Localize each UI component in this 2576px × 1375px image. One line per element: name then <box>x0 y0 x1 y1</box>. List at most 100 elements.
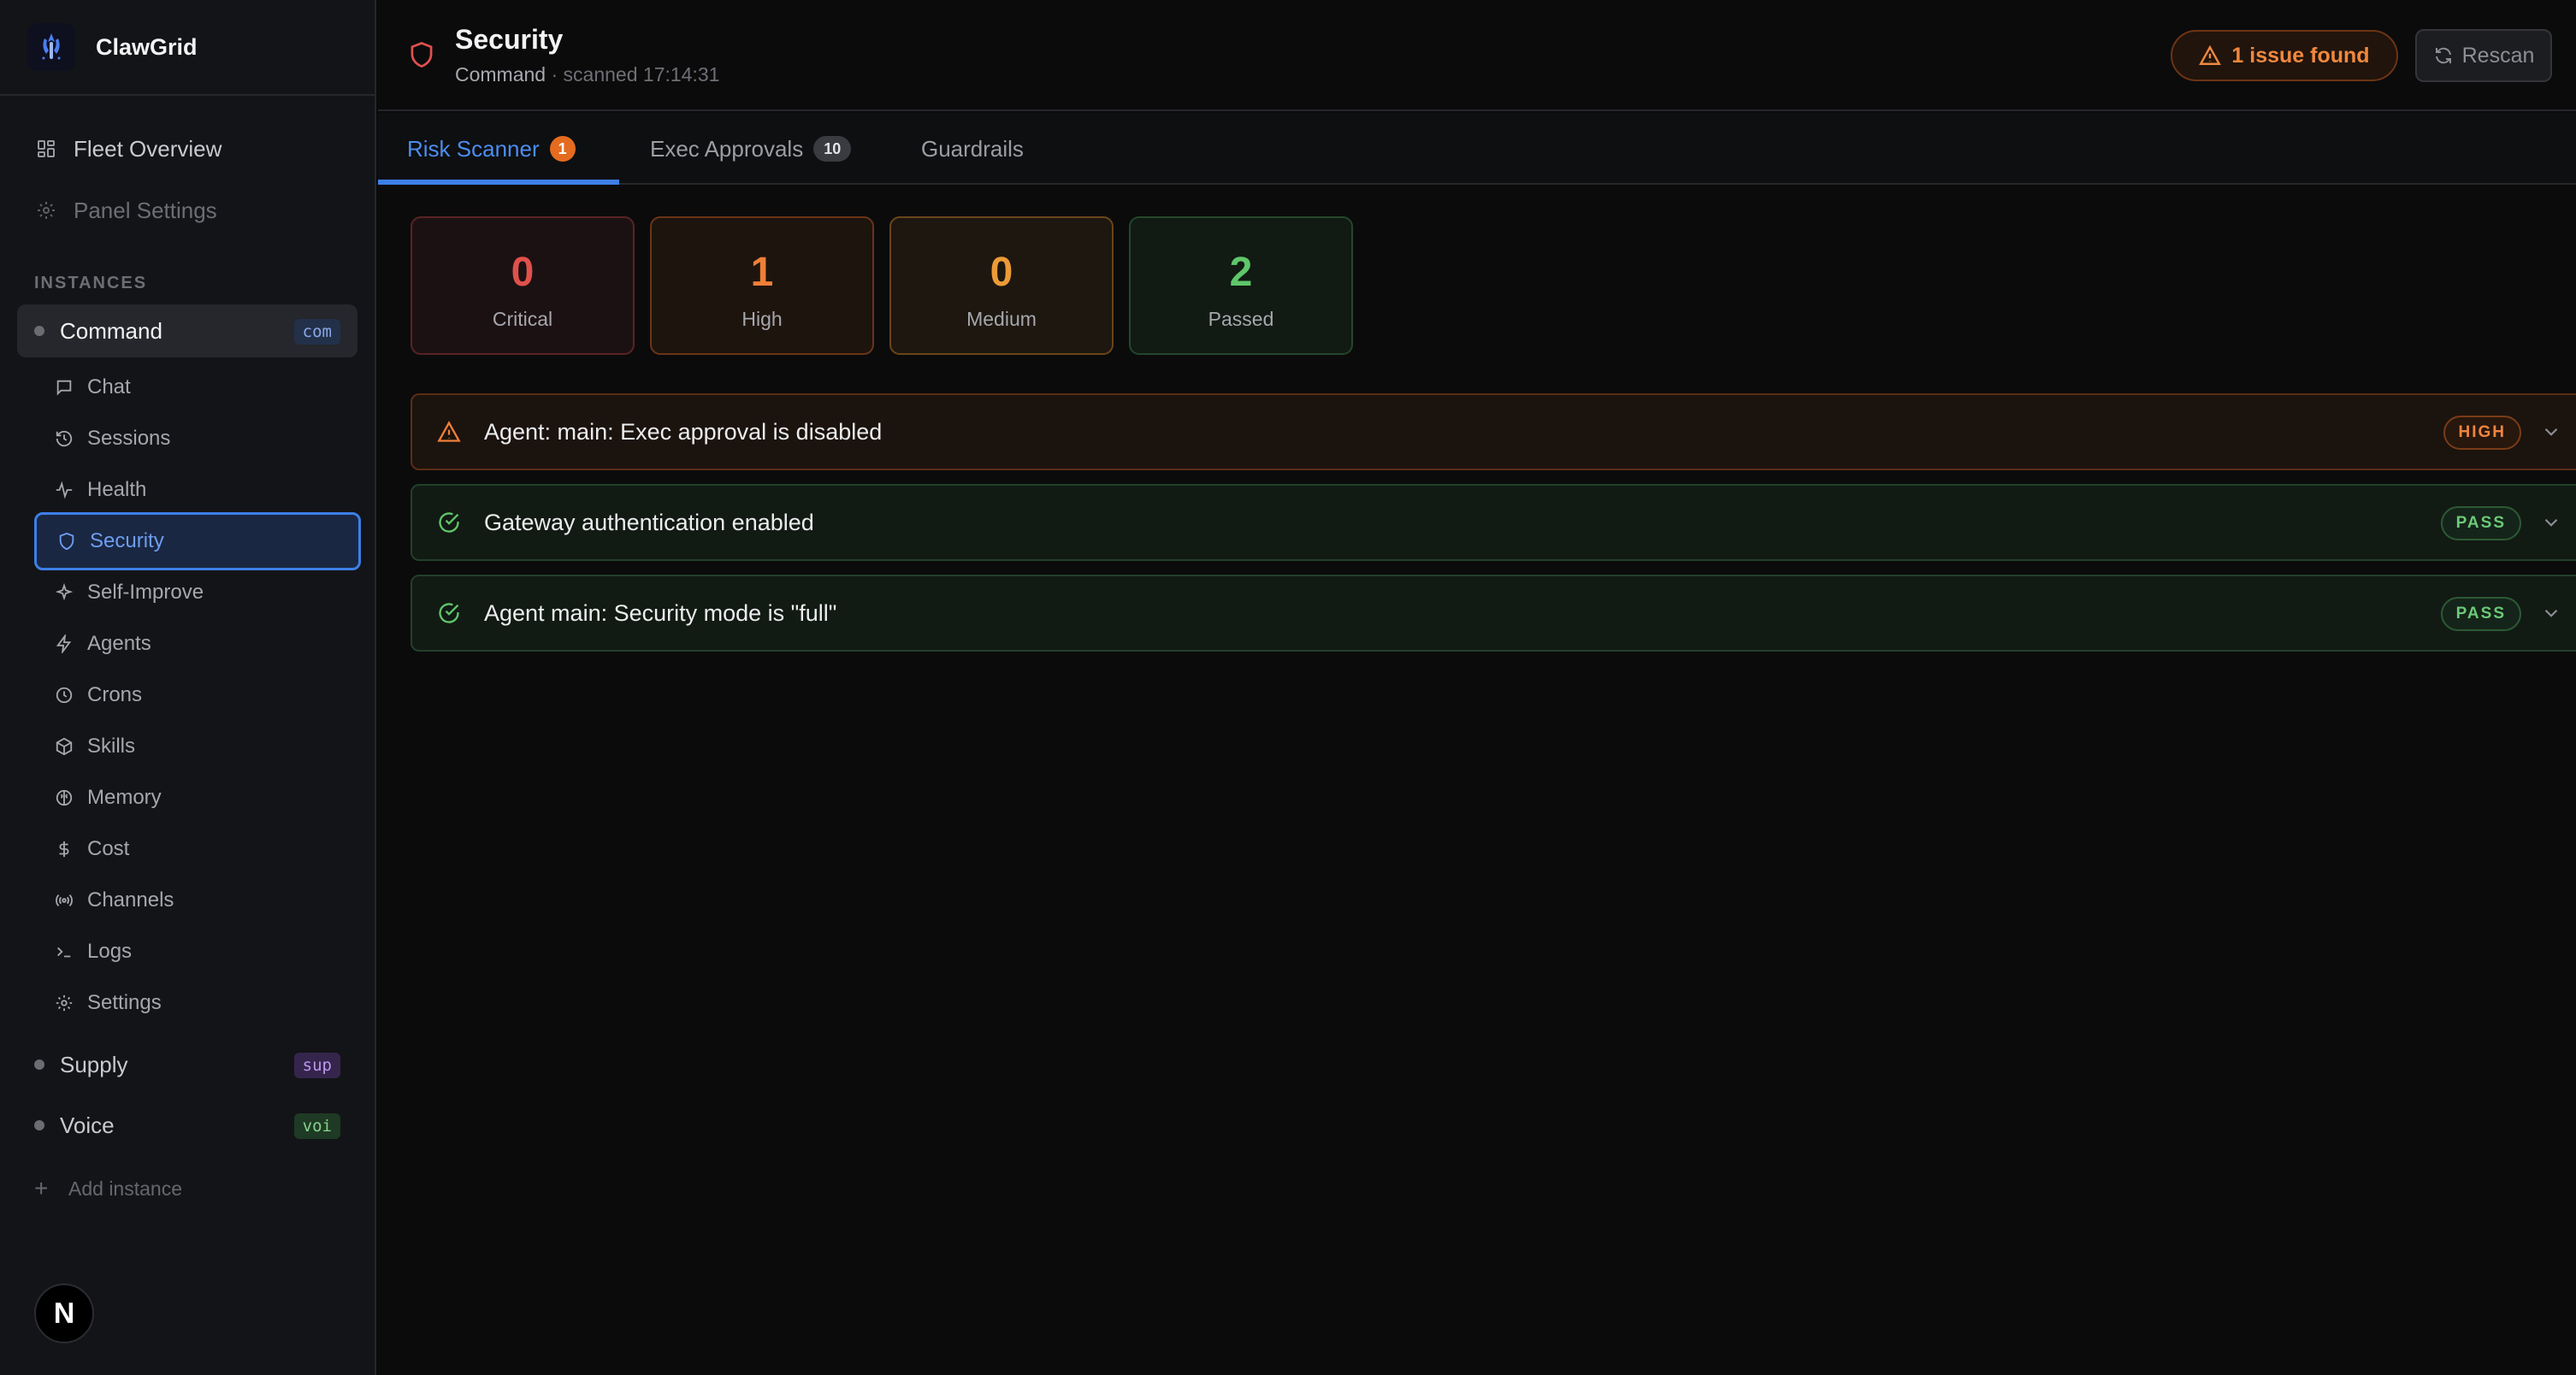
instance-tag: com <box>293 319 340 345</box>
instance-voice[interactable]: Voice voi <box>17 1099 357 1152</box>
stat-label: Critical <box>492 308 553 330</box>
submenu-label: Chat <box>87 375 131 398</box>
chevron-down-icon[interactable] <box>2540 602 2562 624</box>
app-name: ClawGrid <box>96 33 198 60</box>
submenu-label: Health <box>87 478 147 501</box>
subtitle-instance: Command <box>455 63 547 86</box>
submenu-channels[interactable]: Channels <box>34 875 359 926</box>
severity-badge: PASS <box>2440 597 2521 631</box>
submenu-chat[interactable]: Chat <box>34 362 359 413</box>
stat-medium: 0 Medium <box>889 216 1114 355</box>
tab-label: Guardrails <box>921 135 1024 162</box>
refresh-icon <box>2433 45 2454 66</box>
check-circle-icon <box>436 600 462 626</box>
stat-label: High <box>741 308 783 330</box>
finding-row[interactable]: Agent: main: Exec approval is disabled H… <box>411 393 2576 470</box>
stat-high: 1 High <box>650 216 874 355</box>
submenu-security[interactable]: Security <box>34 512 361 570</box>
bolt-icon <box>53 633 75 655</box>
submenu-cost[interactable]: Cost <box>34 823 359 875</box>
finding-row[interactable]: Agent main: Security mode is "full" PASS <box>411 575 2576 652</box>
top-nav: Fleet Overview Panel Settings <box>0 96 375 241</box>
status-dot <box>34 1120 44 1130</box>
submenu-logs[interactable]: Logs <box>34 926 359 977</box>
instances-section-label: INSTANCES <box>34 274 148 292</box>
gear-icon <box>34 198 58 222</box>
status-dot <box>34 1059 44 1070</box>
brand: ClawGrid <box>0 0 375 96</box>
submenu-label: Cost <box>87 837 130 860</box>
submenu-label: Channels <box>87 888 174 912</box>
page-title: Security <box>455 24 564 55</box>
submenu-label: Settings <box>87 991 162 1014</box>
tab-guardrails[interactable]: Guardrails <box>921 113 1024 185</box>
submenu-label: Crons <box>87 683 143 706</box>
stat-value: 0 <box>990 250 1013 295</box>
submenu-label: Skills <box>87 735 136 758</box>
stat-value: 1 <box>750 250 774 295</box>
submenu-sessions[interactable]: Sessions <box>34 413 359 464</box>
brain-icon <box>53 787 75 809</box>
chevron-down-icon[interactable] <box>2540 421 2562 443</box>
submenu-memory[interactable]: Memory <box>34 772 359 823</box>
claw-logo-icon[interactable] <box>27 23 75 71</box>
tab-label: Risk Scanner <box>407 135 540 162</box>
fleet-overview-label: Fleet Overview <box>74 135 222 162</box>
chat-icon <box>53 376 75 398</box>
radio-icon <box>53 889 75 912</box>
scan-time: · scanned 17:14:31 <box>546 63 720 86</box>
fleet-overview-link[interactable]: Fleet Overview <box>17 118 357 180</box>
avatar[interactable]: N <box>34 1284 94 1343</box>
tab-risk-scanner[interactable]: Risk Scanner 1 <box>407 113 576 185</box>
tab-bar: Risk Scanner 1 Exec Approvals 10 Guardra… <box>378 113 2576 185</box>
grid-icon <box>34 137 58 161</box>
tab-badge: 1 <box>549 136 576 162</box>
submenu-label: Self-Improve <box>87 581 204 604</box>
stat-value: 0 <box>511 250 535 295</box>
submenu-skills[interactable]: Skills <box>34 721 359 772</box>
issues-found-label: 1 issue found <box>2231 43 2370 68</box>
submenu-health[interactable]: Health <box>34 464 359 516</box>
add-instance-button[interactable]: + Add instance <box>34 1173 182 1204</box>
submenu-crons[interactable]: Crons <box>34 670 359 721</box>
instance-name: Command <box>60 317 162 344</box>
panel-settings-label: Panel Settings <box>74 197 217 223</box>
active-tab-indicator <box>378 180 619 185</box>
add-instance-label: Add instance <box>68 1177 182 1200</box>
chevron-down-icon[interactable] <box>2540 511 2562 534</box>
submenu-label: Logs <box>87 940 133 963</box>
shield-icon <box>56 530 78 552</box>
terminal-icon <box>53 941 75 963</box>
rescan-button[interactable]: Rescan <box>2415 29 2552 82</box>
finding-text: Agent main: Security mode is "full" <box>484 599 837 626</box>
finding-text: Agent: main: Exec approval is disabled <box>484 418 883 445</box>
instance-name: Voice <box>60 1112 115 1138</box>
stat-passed: 2 Passed <box>1129 216 1353 355</box>
warning-icon <box>2199 44 2222 67</box>
submenu-label: Sessions <box>87 427 171 450</box>
main-content: Security Command · scanned 17:14:31 1 is… <box>378 0 2576 1375</box>
submenu-settings[interactable]: Settings <box>34 977 359 1029</box>
clock-icon <box>53 684 75 706</box>
plus-icon: + <box>34 1175 49 1201</box>
submenu-agents[interactable]: Agents <box>34 618 359 670</box>
package-icon <box>53 735 75 758</box>
check-circle-icon <box>436 510 462 535</box>
page-header: Security Command · scanned 17:14:31 1 is… <box>378 0 2576 111</box>
instance-supply[interactable]: Supply sup <box>17 1038 357 1091</box>
activity-icon <box>53 479 75 501</box>
shield-icon <box>409 41 434 68</box>
tab-exec-approvals[interactable]: Exec Approvals 10 <box>650 113 852 185</box>
finding-text: Gateway authentication enabled <box>484 509 814 535</box>
finding-row[interactable]: Gateway authentication enabled PASS <box>411 484 2576 561</box>
dollar-icon <box>53 838 75 860</box>
panel-settings-link[interactable]: Panel Settings <box>17 180 357 241</box>
tab-badge: 10 <box>813 136 852 162</box>
instance-tag: sup <box>293 1053 340 1078</box>
submenu-self-improve[interactable]: Self-Improve <box>34 567 359 618</box>
issues-found-button[interactable]: 1 issue found <box>2171 30 2398 81</box>
instance-command[interactable]: Command com <box>17 304 357 357</box>
instance-tag: voi <box>293 1113 340 1139</box>
rescan-label: Rescan <box>2461 43 2535 68</box>
submenu-label: Agents <box>87 632 151 655</box>
